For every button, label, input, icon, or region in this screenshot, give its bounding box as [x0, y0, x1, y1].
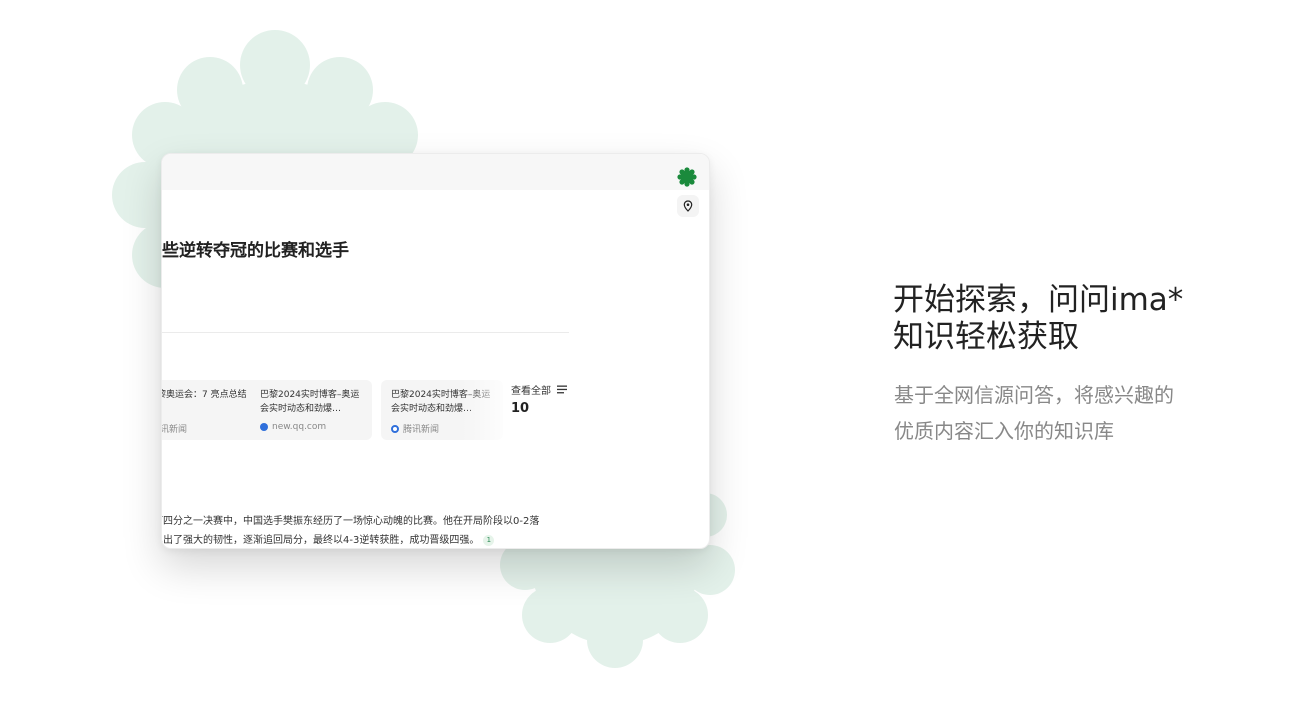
window-titlebar	[162, 154, 709, 190]
divider	[162, 332, 569, 333]
subtext-line: 优质内容汇入你的知识库	[894, 419, 1114, 443]
source-card[interactable]: 巴黎2024实时博客–奥运会实时动态和劲爆… new.qq.com	[250, 380, 372, 440]
source-card[interactable]: 巴黎奥运会：7 亮点总结 讯新闻	[161, 380, 260, 440]
marketing-headline: 开始探索，问问ima* 知识轻松获取	[893, 282, 1183, 356]
source-count: 10	[511, 401, 530, 416]
tencent-news-icon	[391, 424, 399, 433]
answer-line-text: 现出了强大的韧性，逐渐追回局分，最终以4-3逆转获胜，成功晋级四强。	[161, 535, 480, 546]
answer-line: 打四分之一决赛中，中国选手樊振东经历了一场惊心动魄的比赛。他在开局阶段以0-2落	[161, 516, 540, 527]
app-window-screenshot: 些逆转夺冠的比赛和选手 巴黎奥运会：7 亮点总结 讯新闻 巴黎2024实时博客–…	[161, 153, 710, 549]
answer-line: 现出了强大的韧性，逐渐追回局分，最终以4-3逆转获胜，成功晋级四强。 1	[161, 531, 583, 548]
headline-line: 开始探索，问问ima*	[893, 282, 1184, 318]
view-all-label: 查看全部	[511, 386, 551, 397]
answer-text: 打四分之一决赛中，中国选手樊振东经历了一场惊心动魄的比赛。他在开局阶段以0-2落…	[161, 512, 583, 548]
citation-badge[interactable]: 1	[483, 534, 495, 546]
headline-line: 知识轻松获取	[893, 319, 1079, 355]
location-pin-button[interactable]	[677, 195, 699, 217]
source-name: 腾讯新闻	[403, 425, 440, 435]
question-title: 些逆转夺冠的比赛和选手	[162, 241, 349, 261]
subtext-line: 基于全网信源问答，将感兴趣的	[894, 383, 1174, 407]
source-card-title: 巴黎2024实时博客–奥运会实时动态和劲爆…	[260, 390, 360, 414]
location-pin-icon	[683, 200, 693, 212]
qq-icon	[260, 423, 268, 431]
source-name: 讯新闻	[161, 425, 188, 435]
list-icon	[557, 385, 567, 394]
view-all-sources-button[interactable]: 查看全部 10	[511, 382, 567, 416]
ima-flower-logo-icon[interactable]	[677, 167, 697, 187]
marketing-subtext: 基于全网信源问答，将感兴趣的 优质内容汇入你的知识库	[894, 377, 1174, 449]
source-name: new.qq.com	[272, 422, 327, 432]
cards-fade-overlay	[462, 376, 512, 446]
source-card-title: 巴黎奥运会：7 亮点总结	[162, 390, 247, 400]
